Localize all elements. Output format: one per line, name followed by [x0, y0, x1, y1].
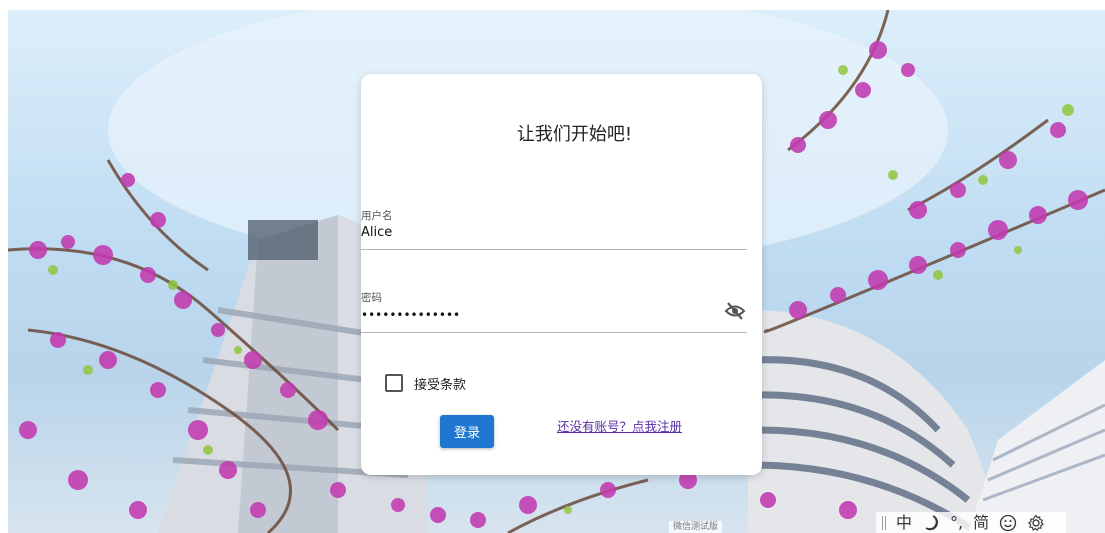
- password-underline: [361, 332, 747, 333]
- username-input[interactable]: Alice: [361, 224, 747, 242]
- toolbar-drag-handle[interactable]: [882, 515, 886, 530]
- eye-off-icon[interactable]: [724, 301, 746, 321]
- username-label: 用户名: [361, 210, 393, 222]
- password-input[interactable]: ••••••••••••••: [361, 306, 747, 324]
- login-card: 让我们开始吧! 用户名 Alice 密码 •••••••••••••• 接受条款…: [361, 74, 762, 475]
- moon-icon[interactable]: [922, 514, 940, 532]
- terms-label: 接受条款: [414, 377, 467, 393]
- beta-watermark: 微信测试版: [669, 521, 723, 533]
- terms-checkbox[interactable]: [385, 374, 403, 392]
- ime-language-toggle[interactable]: 中: [896, 512, 912, 533]
- register-link[interactable]: 还没有账号？点我注册: [557, 416, 682, 435]
- gear-icon[interactable]: [1027, 514, 1045, 532]
- password-label: 密码: [361, 292, 382, 304]
- terms-row[interactable]: 接受条款: [385, 373, 466, 393]
- ime-script-toggle[interactable]: 简: [973, 512, 989, 533]
- ime-punctuation-toggle[interactable]: °,: [950, 512, 963, 533]
- login-button[interactable]: 登录: [440, 415, 494, 448]
- login-title: 让我们开始吧!: [516, 124, 633, 145]
- username-underline: [361, 249, 747, 250]
- username-field[interactable]: 用户名 Alice: [361, 209, 747, 251]
- ime-toolbar: 中 °, 简: [876, 512, 1066, 533]
- password-field[interactable]: 密码 ••••••••••••••: [361, 291, 747, 335]
- smiley-icon[interactable]: [999, 514, 1017, 532]
